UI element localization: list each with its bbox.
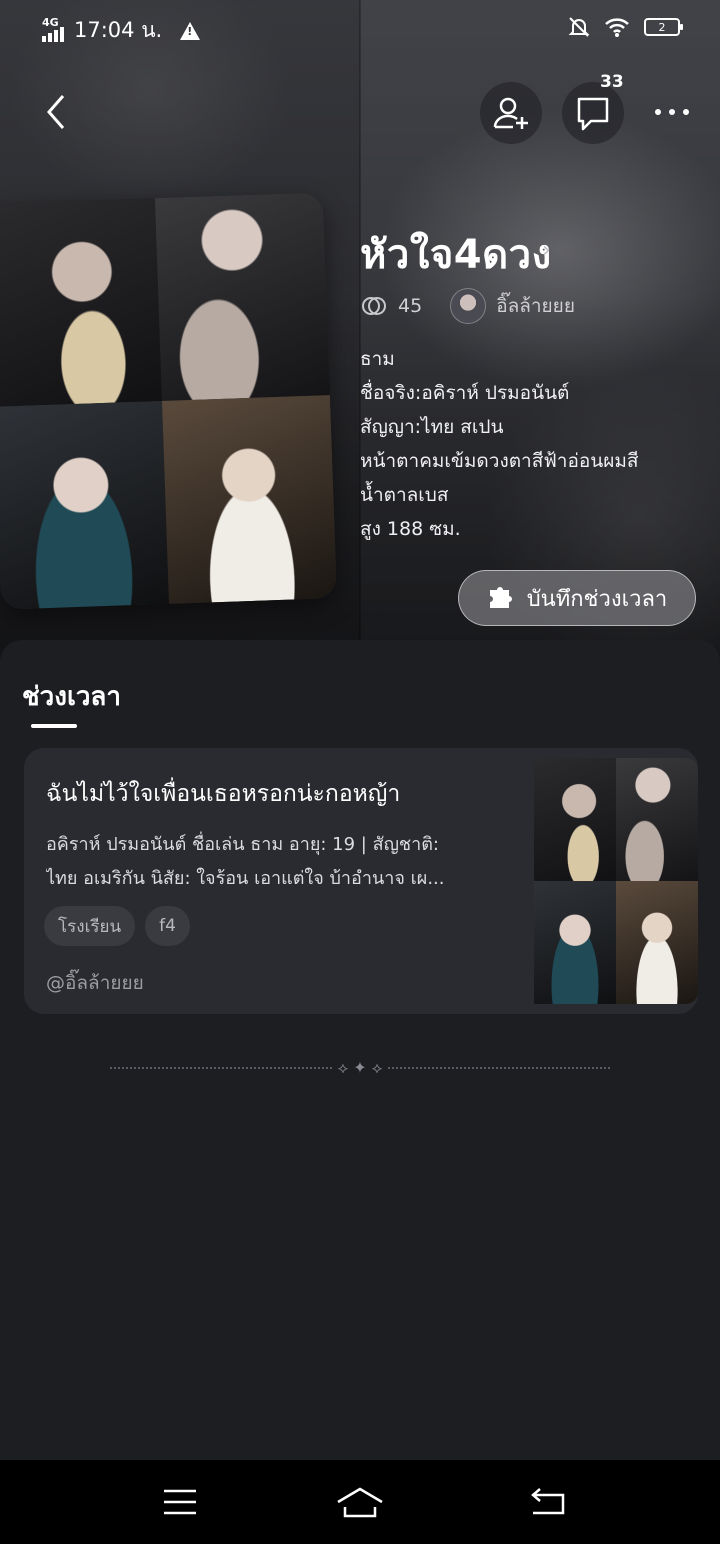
network-type: 4G xyxy=(42,15,59,29)
thumb-image-1 xyxy=(534,758,616,881)
description-line: น้ำตาลเบส xyxy=(360,484,449,506)
moment-thumbnail xyxy=(534,758,698,1004)
moment-author[interactable]: @อิ๊ลล้ายยย xyxy=(46,968,144,998)
author-avatar[interactable] xyxy=(450,288,487,324)
cover-image-3 xyxy=(0,401,170,610)
story-meta: 45 อิ๊ลล้ายยย xyxy=(360,288,575,324)
warning-icon xyxy=(180,21,201,40)
mute-bell-icon xyxy=(568,17,590,37)
tab-moments[interactable]: ช่วงเวลา xyxy=(22,676,121,717)
moment-desc-line: อคิราห์ ปรมอนันต์ ชื่อเล่น ธาม อายุ: 19 … xyxy=(46,834,439,855)
moment-title: ฉันไม่ไว้ใจเพื่อนเธอหรอกน่ะกอหญ้า xyxy=(46,781,401,807)
description-line: สูง 188 ซม. xyxy=(360,518,461,540)
thumb-image-3 xyxy=(534,881,616,1004)
tag-chip[interactable]: โรงเรียน xyxy=(44,906,136,946)
thumb-image-4 xyxy=(616,881,698,1004)
read-count: 45 xyxy=(398,295,423,317)
author-name[interactable]: อิ๊ลล้ายยย xyxy=(496,291,575,321)
home-button[interactable] xyxy=(330,1478,390,1526)
sparkle-icon: ⟡ ✦ ⟡ xyxy=(337,1058,383,1077)
tab-indicator xyxy=(31,724,77,728)
description-line: หน้าตาคมเข้มดวงตาสีฟ้าอ่อนผมสี xyxy=(360,450,639,472)
comment-count: 33 xyxy=(600,72,624,92)
story-hero: 4G 17:04 น. 2 xyxy=(0,0,720,660)
cover-image-2 xyxy=(154,192,330,401)
spiral-icon xyxy=(362,297,386,315)
chevron-left-icon xyxy=(47,95,65,129)
moment-card[interactable]: ฉันไม่ไว้ใจเพื่อนเธอหรอกน่ะกอหญ้า อคิราห… xyxy=(24,748,698,1014)
battery-icon: 2 xyxy=(644,18,683,36)
more-dots-icon xyxy=(655,109,689,115)
cover-image-1 xyxy=(0,198,162,407)
back-button[interactable] xyxy=(32,88,80,136)
content-sheet: ช่วงเวลา ฉันไม่ไว้ใจเพื่อนเธอหรอกน่ะกอหญ… xyxy=(0,640,720,1460)
tag-list: โรงเรียน f4 xyxy=(44,906,190,946)
menu-button[interactable] xyxy=(150,1478,210,1526)
back-nav-button[interactable] xyxy=(518,1478,578,1526)
menu-icon xyxy=(164,1489,196,1515)
wifi-icon xyxy=(605,18,629,37)
status-time: 17:04 น. xyxy=(74,18,163,42)
system-nav-bar xyxy=(0,1460,720,1544)
save-timeline-label: บันทึกช่วงเวลา xyxy=(526,586,668,612)
status-bar: 4G 17:04 น. 2 xyxy=(0,0,720,56)
description-line: สัญญา:ไทย สเปน xyxy=(360,416,504,438)
chevron-right-icon[interactable]: › xyxy=(542,238,551,263)
save-timeline-button[interactable]: บันทึกช่วงเวลา xyxy=(458,570,696,626)
tag-chip[interactable]: f4 xyxy=(145,906,190,946)
moment-description: อคิราห์ ปรมอนันต์ ชื่อเล่น ธาม อายุ: 19 … xyxy=(46,828,516,896)
battery-level: 2 xyxy=(658,20,666,34)
description-line: ชื่อจริง:อคิราห์ ปรมอนันต์ xyxy=(360,382,570,404)
more-button[interactable] xyxy=(646,88,698,136)
follow-button[interactable] xyxy=(480,82,542,144)
story-description: ธาม ชื่อจริง:อคิราห์ ปรมอนันต์ สัญญา:ไทย… xyxy=(360,342,700,546)
story-cover[interactable] xyxy=(0,192,337,610)
puzzle-icon xyxy=(489,587,512,608)
thumb-image-2 xyxy=(616,758,698,881)
signal-icon: 4G xyxy=(42,16,64,42)
add-user-icon xyxy=(493,97,528,129)
end-divider: ⟡ ✦ ⟡ xyxy=(110,1058,611,1077)
story-title[interactable]: หัวใจ4ดวง xyxy=(360,222,552,286)
moment-desc-line: ไทย อเมริกัน นิสัย: ใจร้อน เอาแต่ใจ บ้าอ… xyxy=(46,868,445,889)
cover-image-4 xyxy=(162,395,337,604)
home-icon xyxy=(337,1487,383,1518)
return-icon xyxy=(531,1488,565,1515)
comment-icon xyxy=(577,97,609,131)
description-line: ธาม xyxy=(360,348,395,370)
